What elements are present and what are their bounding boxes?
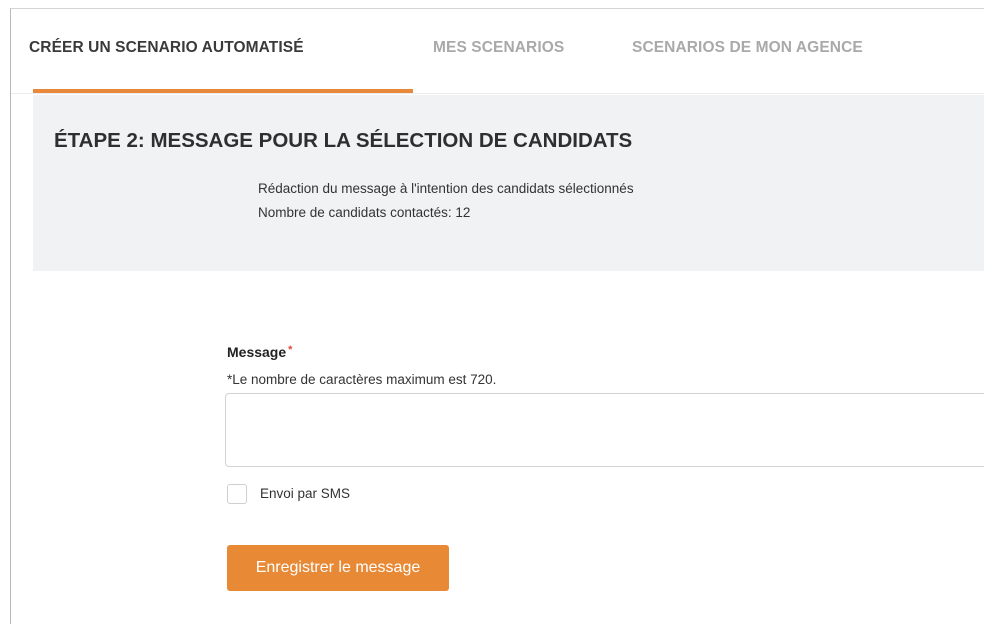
tab-agency-scenarios[interactable]: SCENARIOS DE MON AGENCE bbox=[632, 39, 863, 57]
tab-bar: CRÉER UN SCENARIO AUTOMATISÉ MES SCENARI… bbox=[11, 9, 984, 94]
sms-checkbox[interactable] bbox=[227, 484, 247, 504]
step-description: Rédaction du message à l'intention des c… bbox=[258, 181, 634, 196]
app-frame: CRÉER UN SCENARIO AUTOMATISÉ MES SCENARI… bbox=[10, 8, 984, 624]
message-label: Message * bbox=[227, 344, 292, 360]
save-message-button[interactable]: Enregistrer le message bbox=[227, 545, 449, 591]
step-title: ÉTAPE 2: MESSAGE POUR LA SÉLECTION DE CA… bbox=[54, 129, 633, 152]
tab-my-scenarios[interactable]: MES SCENARIOS bbox=[433, 39, 564, 57]
sms-checkbox-label[interactable]: Envoi par SMS bbox=[260, 486, 350, 501]
tab-create-scenario[interactable]: CRÉER UN SCENARIO AUTOMATISÉ bbox=[29, 39, 304, 57]
candidate-count: Nombre de candidats contactés: 12 bbox=[258, 205, 471, 220]
message-textarea[interactable] bbox=[225, 393, 984, 467]
message-label-text: Message bbox=[227, 344, 287, 360]
active-tab-indicator bbox=[33, 89, 413, 93]
required-marker: * bbox=[288, 344, 293, 356]
max-chars-hint: *Le nombre de caractères maximum est 720… bbox=[227, 372, 497, 387]
